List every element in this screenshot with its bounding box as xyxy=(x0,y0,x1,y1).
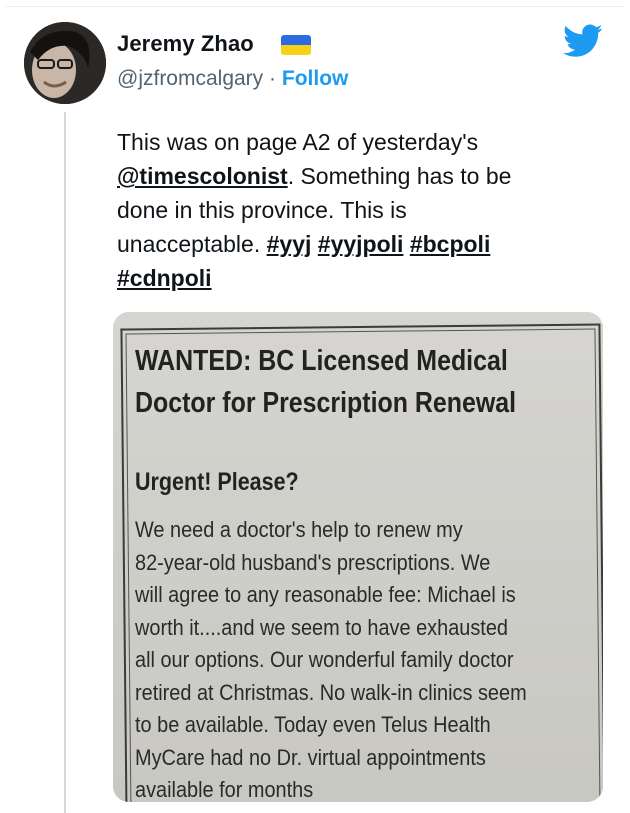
hashtag-link[interactable]: #bcpoli xyxy=(410,231,491,257)
hashtag-link[interactable]: #yyjpoli xyxy=(318,231,404,257)
follow-button[interactable]: Follow xyxy=(282,67,349,90)
ad-body-line: will agree to any reasonable fee: Michae… xyxy=(135,582,516,607)
tweet-line-2: . Something has to be xyxy=(287,163,512,189)
ad-body-line: worth it....and we seem to have exhauste… xyxy=(135,614,508,640)
card-border xyxy=(6,6,624,7)
avatar[interactable] xyxy=(24,22,106,104)
author-handle[interactable]: @jzfromcalgary xyxy=(117,67,263,90)
ad-headline: WANTED: BC Licensed Medical Doctor for P… xyxy=(135,340,522,424)
ad-body-line: to be available. Today even Telus Health xyxy=(135,712,491,737)
tweet-card: Jeremy Zhao @jzfromcalgary · Follow This… xyxy=(0,0,630,813)
tweet-line-4: unacceptable. xyxy=(117,231,267,257)
avatar-photo xyxy=(24,22,106,104)
hashtag-link[interactable]: #yyj xyxy=(267,231,312,257)
ad-body-line: all our options. Our wonderful family do… xyxy=(135,647,514,672)
ad-body-line: available for months xyxy=(135,777,314,802)
tweet-text: This was on page A2 of yesterday's @time… xyxy=(117,125,587,295)
ad-body-line: We need a doctor's help to renew my xyxy=(135,517,463,542)
thread-line xyxy=(64,112,66,813)
mention-link[interactable]: @timescolonist xyxy=(117,163,288,189)
handle-row: @jzfromcalgary · Follow xyxy=(117,67,348,91)
hashtag-link[interactable]: #cdnpoli xyxy=(117,265,212,291)
ad-subhead: Urgent! Please? xyxy=(135,468,299,496)
author-name[interactable]: Jeremy Zhao xyxy=(117,31,254,57)
ukraine-flag-icon xyxy=(281,35,311,55)
tweet-line-3: done in this province. This is xyxy=(117,197,407,223)
ad-body-line: retired at Christmas. No walk-in clinics… xyxy=(135,679,527,705)
ad-headline-line-2: Doctor for Prescription Renewal xyxy=(135,387,517,419)
separator-dot: · xyxy=(269,67,277,90)
tweet-photo[interactable]: WANTED: BC Licensed Medical Doctor for P… xyxy=(113,312,603,802)
ad-body-line: MyCare had no Dr. virtual appointments xyxy=(135,744,486,770)
ad-body: We need a doctor's help to renew my 82-y… xyxy=(135,514,603,802)
ad-body-line: 82-year-old husband's prescriptions. We xyxy=(135,549,491,575)
twitter-bird-icon[interactable] xyxy=(563,24,603,58)
ad-headline-line-1: WANTED: BC Licensed Medical xyxy=(135,345,508,377)
tweet-line-1: This was on page A2 of yesterday's xyxy=(117,129,479,155)
